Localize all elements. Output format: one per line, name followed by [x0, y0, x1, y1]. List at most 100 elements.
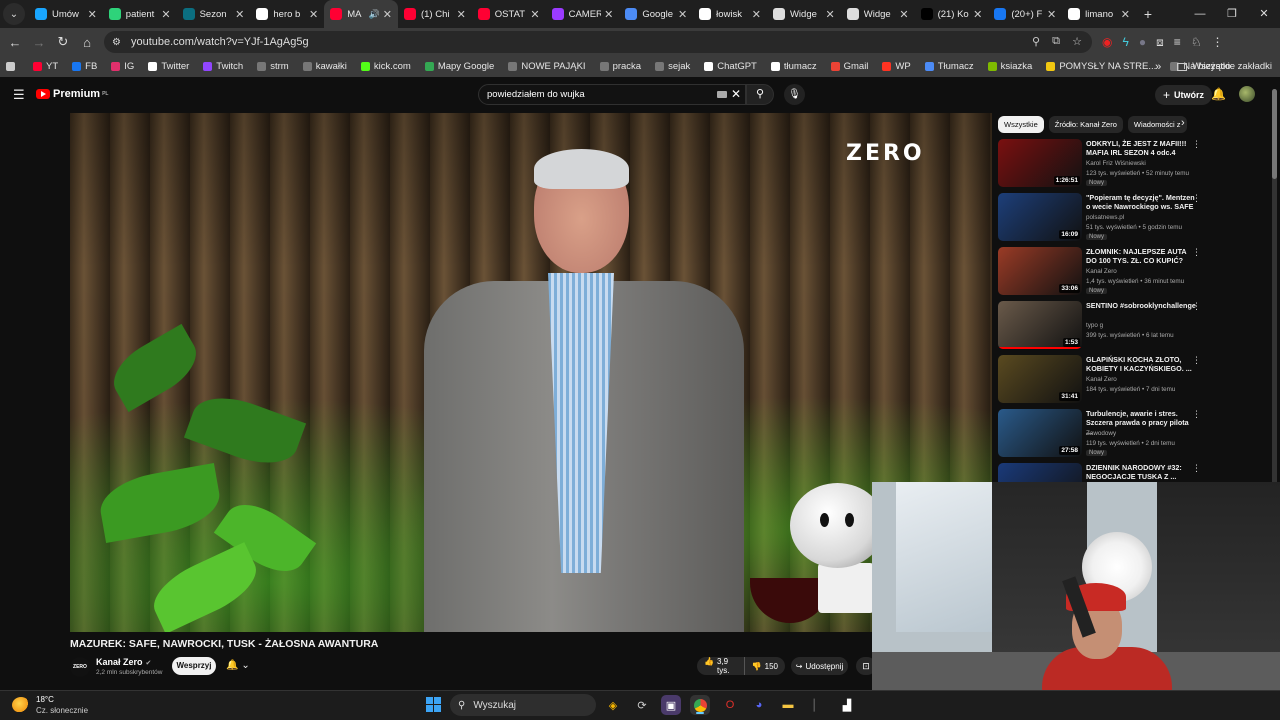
chevron-right-icon[interactable]: »: [1155, 61, 1161, 73]
bookmark-item[interactable]: sejak: [655, 61, 690, 72]
share-button[interactable]: ↪ Udostępnij: [791, 657, 848, 675]
search-button[interactable]: ⚲: [746, 84, 774, 105]
chrome-alt-icon[interactable]: ◈: [603, 695, 623, 715]
bookmark-item[interactable]: kawałki: [302, 61, 347, 72]
close-tab-icon[interactable]: ✕: [1121, 8, 1130, 21]
avatar[interactable]: [1239, 86, 1255, 102]
extension-icon[interactable]: ●: [1139, 35, 1146, 49]
recommended-channel[interactable]: Karol Friz Wiśniewski: [1086, 160, 1146, 167]
channel-avatar[interactable]: ZERO: [70, 657, 90, 677]
browser-tab[interactable]: Widge ✕: [841, 0, 915, 28]
app-icon[interactable]: ▟: [837, 695, 857, 715]
maximize-button[interactable]: ❐: [1216, 0, 1248, 28]
recommended-channel[interactable]: Kanał Zero: [1086, 376, 1117, 383]
more-actions-icon[interactable]: ⋮: [1192, 355, 1201, 366]
more-actions-icon[interactable]: ⋮: [1192, 409, 1201, 420]
recommended-video-title[interactable]: ZŁOMNIK: NAJLEPSZE AUTA DO 100 TYS. ZŁ. …: [1086, 247, 1196, 265]
bookmark-item[interactable]: POMYSŁY NA STRE...: [1046, 61, 1156, 72]
chrome-icon[interactable]: [690, 695, 710, 715]
close-tab-icon[interactable]: ✕: [826, 8, 835, 21]
recommended-channel[interactable]: Kanał Zero: [1086, 268, 1117, 275]
bookmark-item[interactable]: strm: [257, 61, 289, 72]
close-tab-icon[interactable]: ✕: [309, 8, 318, 21]
recommended-video-title[interactable]: SENTINO #sobrooklynchallenge: [1086, 301, 1196, 310]
chevron-right-icon[interactable]: ›: [1181, 117, 1185, 129]
recommended-video[interactable]: DZIENNIK NARODOWY #32: NEGOCJACJE TUSKA …: [998, 463, 1206, 482]
video-thumbnail[interactable]: 1:26:51: [998, 139, 1082, 187]
video-thumbnail[interactable]: 1:53: [998, 301, 1082, 349]
close-tab-icon[interactable]: ✕: [530, 8, 539, 21]
windows-start-button[interactable]: [426, 697, 441, 712]
recommended-channel[interactable]: Zawodowy: [1086, 430, 1116, 437]
close-tab-icon[interactable]: ✕: [383, 8, 392, 21]
close-tab-icon[interactable]: ✕: [161, 8, 170, 21]
new-tab-button[interactable]: +: [1136, 6, 1160, 22]
recommended-video-title[interactable]: ODKRYLI, ŻE JEST Z MAFII!!! MAFIA IRL SE…: [1086, 139, 1196, 157]
menu-kebab-icon[interactable]: ⋮: [1212, 35, 1224, 49]
bookmark-item[interactable]: FB: [72, 61, 97, 72]
browser-tab[interactable]: (1) Chi ✕: [398, 0, 472, 28]
browser-tab[interactable]: Umów ✕: [29, 0, 103, 28]
record-extension-icon[interactable]: ◉: [1102, 35, 1112, 49]
video-thumbnail[interactable]: 31:41: [998, 355, 1082, 403]
close-tab-icon[interactable]: ✕: [973, 8, 982, 21]
back-icon[interactable]: ←: [3, 35, 27, 50]
discord-icon[interactable]: ◕: [749, 695, 769, 715]
browser-tab[interactable]: hero b ✕: [250, 0, 324, 28]
more-actions-icon[interactable]: ⋮: [1192, 301, 1201, 312]
browser-tab[interactable]: (21) Ko ✕: [915, 0, 989, 28]
filter-chip[interactable]: Wszystkie: [998, 115, 1044, 133]
video-thumbnail[interactable]: 33:06: [998, 247, 1082, 295]
scrollbar-thumb[interactable]: [1272, 89, 1277, 179]
close-tab-icon[interactable]: ✕: [457, 8, 466, 21]
bookmark-item[interactable]: Mapy Google: [424, 61, 494, 72]
recommended-video-title[interactable]: "Popieram tę decyzję". Mentzen o wecie N…: [1086, 193, 1196, 211]
recommended-video[interactable]: 33:06 ZŁOMNIK: NAJLEPSZE AUTA DO 100 TYS.…: [998, 247, 1206, 297]
browser-tab[interactable]: OSTAT ✕: [472, 0, 546, 28]
app-icon[interactable]: ⟳: [632, 695, 652, 715]
more-actions-icon[interactable]: ⋮: [1192, 193, 1201, 204]
more-actions-icon[interactable]: ⋮: [1192, 463, 1201, 474]
hamburger-menu-icon[interactable]: ☰: [13, 87, 25, 103]
minimize-button[interactable]: —: [1184, 0, 1216, 28]
speaker-icon[interactable]: 🔊: [369, 9, 380, 20]
keyboard-icon[interactable]: [717, 91, 727, 98]
opera-icon[interactable]: O: [720, 695, 740, 715]
browser-tab[interactable]: Widge ✕: [767, 0, 841, 28]
bookmark-item[interactable]: ksiazka: [987, 61, 1032, 72]
taskbar-search[interactable]: ⚲ Wyszukaj: [450, 694, 596, 716]
browser-tab[interactable]: limano ✕: [1062, 0, 1136, 28]
close-tab-icon[interactable]: ✕: [678, 8, 687, 21]
bookmark-item[interactable]: [6, 61, 19, 72]
puzzle-icon[interactable]: ⧈: [1156, 35, 1164, 50]
media-icon[interactable]: ≡: [1174, 35, 1181, 49]
bookmark-item[interactable]: Twitch: [203, 61, 243, 72]
extension-icon[interactable]: ϟ: [1122, 35, 1128, 49]
tab-search-button[interactable]: ⌄: [3, 3, 25, 25]
recommended-channel[interactable]: typo g: [1086, 322, 1103, 329]
forward-icon[interactable]: →: [27, 35, 51, 50]
recommended-video[interactable]: 1:53 SENTINO #sobrooklynchallenge typo g 39…: [998, 301, 1206, 351]
recommended-video-title[interactable]: GLAPIŃSKI KOCHA ZŁOTO, KOBIETY I KACZYŃS…: [1086, 355, 1196, 373]
weather-widget[interactable]: 18°C Cz. słonecznie: [12, 694, 88, 716]
close-window-button[interactable]: ✕: [1248, 0, 1280, 28]
notifications-bell-icon[interactable]: 🔔: [1211, 87, 1226, 101]
like-button[interactable]: 👍 3,9 tys.: [697, 657, 745, 675]
close-tab-icon[interactable]: ✕: [752, 8, 761, 21]
reload-icon[interactable]: ↻: [51, 34, 75, 50]
close-tab-icon[interactable]: ✕: [235, 8, 244, 21]
youtube-premium-logo[interactable]: Premium PL: [36, 88, 108, 100]
browser-tab[interactable]: Google ✕: [619, 0, 693, 28]
close-tab-icon[interactable]: ✕: [899, 8, 908, 21]
close-tab-icon[interactable]: ✕: [88, 8, 97, 21]
search-input[interactable]: powiedziałem do wujka ✕: [478, 84, 746, 105]
file-explorer-icon[interactable]: ▬: [778, 695, 798, 715]
bookmark-item[interactable]: YT: [33, 61, 58, 72]
app-icon[interactable]: ▏: [808, 695, 828, 715]
site-info-icon[interactable]: ⚙: [112, 37, 121, 48]
recommended-video[interactable]: 16:09 "Popieram tę decyzję". Mentzen o we…: [998, 193, 1206, 243]
bookmark-star-icon[interactable]: ☆: [1072, 35, 1082, 48]
browser-tab[interactable]: MA 🔊 ✕: [324, 0, 398, 28]
filter-chip[interactable]: Źródło: Kanał Zero: [1048, 115, 1123, 133]
recommended-video[interactable]: 1:26:51 ODKRYLI, ŻE JEST Z MAFII!!! MAFIA…: [998, 139, 1206, 189]
